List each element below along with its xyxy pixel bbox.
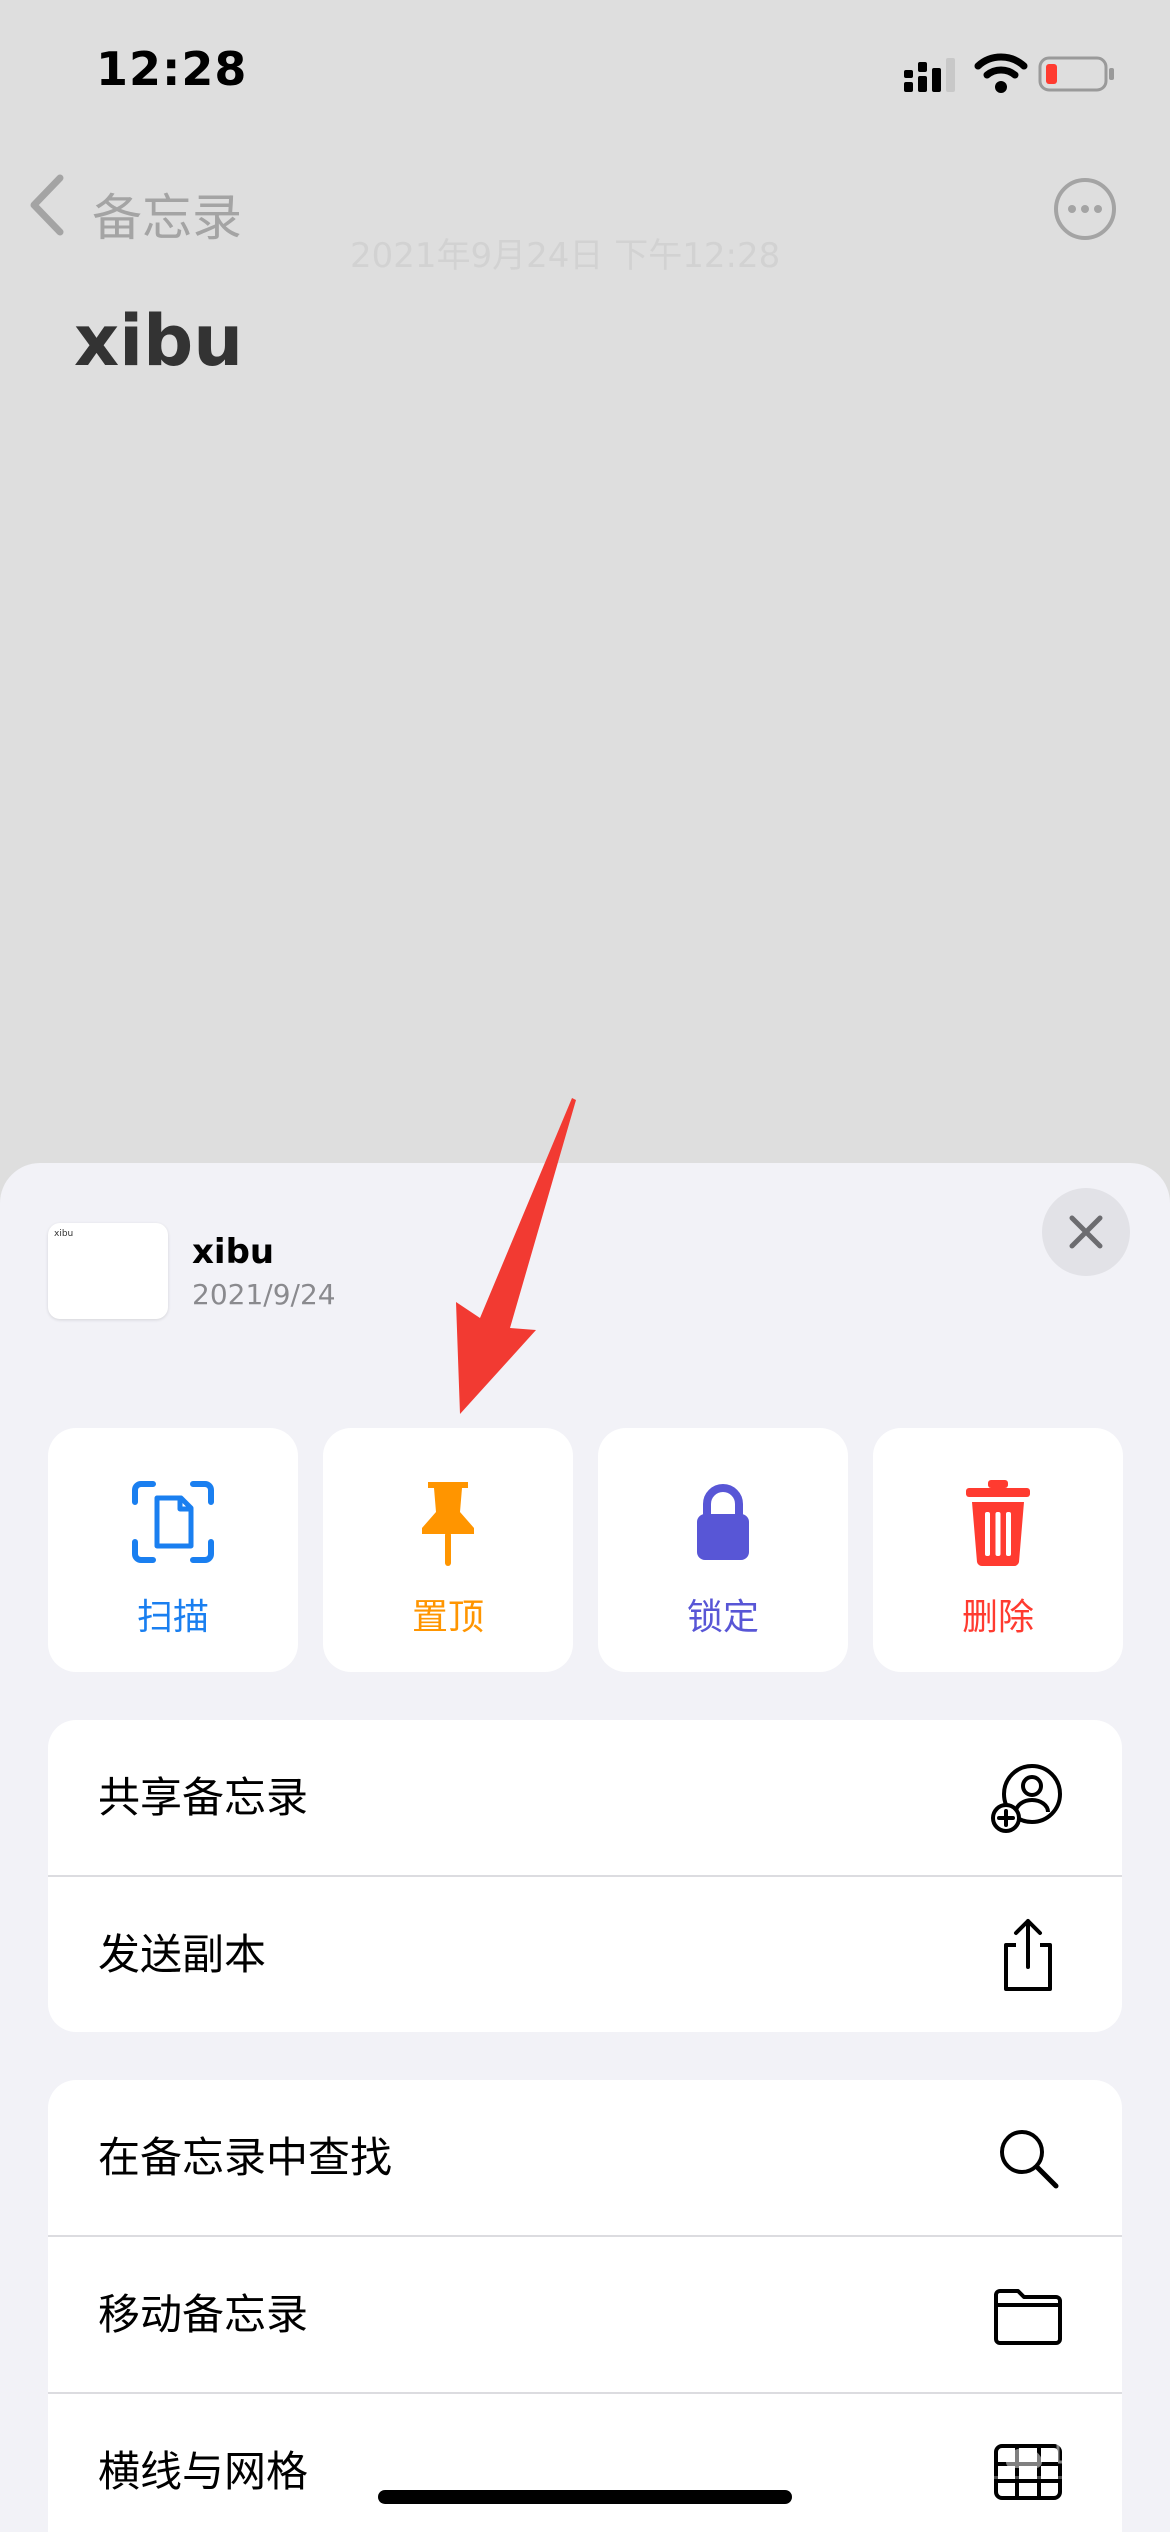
note-date-faded: 2021年9月24日 下午12:28 xyxy=(350,236,781,276)
scan-label: 扫描 xyxy=(136,1597,209,1638)
pin-icon xyxy=(422,1482,474,1566)
folder-icon xyxy=(994,2289,1062,2345)
send-copy-row[interactable]: 发送副本 xyxy=(48,1875,1122,2032)
cellular-signal-icon xyxy=(904,58,955,92)
lines-grids-label: 横线与网格 xyxy=(98,2447,309,2496)
home-indicator[interactable] xyxy=(378,2490,792,2504)
move-note-label: 移动备忘录 xyxy=(98,2290,309,2339)
status-time: 12:28 xyxy=(96,42,248,96)
delete-label: 删除 xyxy=(961,1597,1034,1638)
note-thumbnail-text: xibu xyxy=(54,1229,74,1239)
share-note-label: 共享备忘录 xyxy=(98,1773,309,1822)
sheet-note-title: xibu xyxy=(192,1232,275,1272)
back-chevron-icon[interactable] xyxy=(24,172,68,238)
sheet-note-date: 2021/9/24 xyxy=(192,1278,336,1311)
find-in-note-row[interactable]: 在备忘录中查找 xyxy=(48,2080,1122,2235)
share-person-icon xyxy=(991,1764,1062,1833)
lock-label: 锁定 xyxy=(686,1597,759,1638)
baidu-jingyan-watermark-logo xyxy=(902,2426,1094,2479)
annotation-arrow xyxy=(456,1098,576,1414)
share-upload-icon xyxy=(1004,1919,1052,1991)
search-icon xyxy=(1000,2130,1059,2189)
delete-action-button[interactable]: 删除 xyxy=(873,1428,1123,1672)
more-options-icon[interactable] xyxy=(1052,176,1118,242)
pin-action-button[interactable]: 置顶 xyxy=(323,1428,573,1672)
lock-action-button[interactable]: 锁定 xyxy=(598,1428,848,1672)
scan-action-button[interactable]: 扫描 xyxy=(48,1428,298,1672)
wifi-icon xyxy=(974,53,1028,93)
find-in-note-label: 在备忘录中查找 xyxy=(98,2133,393,2182)
close-icon xyxy=(1069,1215,1103,1249)
battery-low-icon xyxy=(1038,56,1114,92)
send-copy-label: 发送副本 xyxy=(98,1930,267,1979)
note-title: xibu xyxy=(74,300,244,382)
share-note-row[interactable]: 共享备忘录 xyxy=(48,1720,1122,1875)
pin-label: 置顶 xyxy=(411,1597,484,1638)
scan-document-icon xyxy=(132,1481,214,1563)
trash-icon xyxy=(966,1480,1030,1567)
move-note-row[interactable]: 移动备忘录 xyxy=(48,2235,1122,2392)
close-button[interactable] xyxy=(1042,1188,1130,1276)
back-label[interactable]: 备忘录 xyxy=(92,178,242,250)
lock-icon xyxy=(697,1484,749,1560)
share-group: 共享备忘录 发送副本 xyxy=(48,1720,1122,2032)
